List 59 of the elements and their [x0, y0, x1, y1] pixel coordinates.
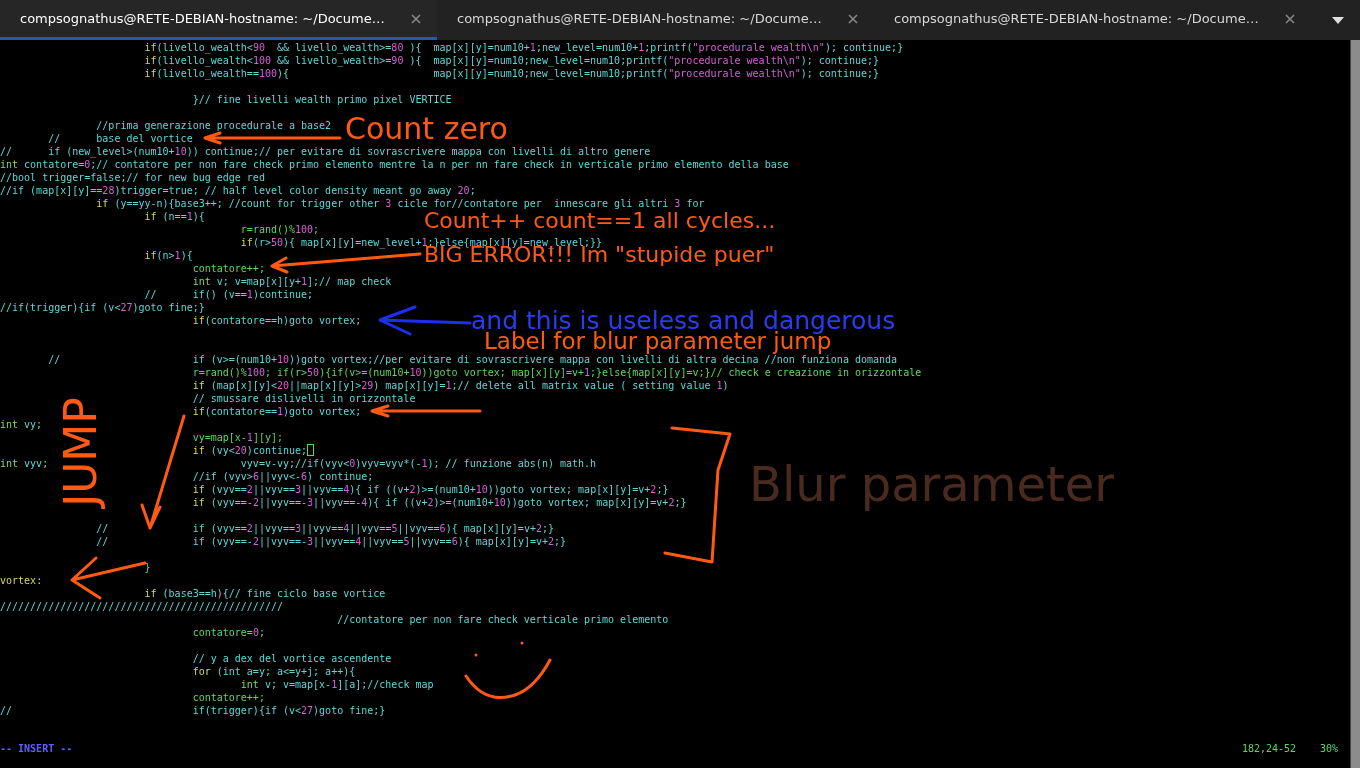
code-line: r=rand()%100; if(r>50){if(v>=(num10+10))goto vortex; map[x][y]=v+1;}else{map[x][y]=v;}// check e creazione in orizzontale: [191, 366, 922, 379]
code-line: int vy;: [0, 418, 43, 431]
code-line: if(contatore==1)goto vortex;: [191, 405, 362, 418]
handwritten-note: Count zero: [345, 114, 508, 144]
code-line: // if(trigger){if (v<27)goto fine;}: [0, 704, 386, 717]
code-line: // if (vyv==2||vyv==3||vyv==4||vyv==5||vyv==6){ map[x][y]=v+2;}: [95, 522, 554, 535]
close-icon[interactable]: [848, 13, 858, 24]
code-line: vortex:: [0, 574, 43, 587]
tab-title: compsognathus@RETE-DEBIAN-hostname: ~/Docume…: [20, 9, 385, 28]
code-line: // if (vyv==-2||vyv==-3||vyv==4||vyv==5||vyv==6){ map[x][y]=v+2;}: [95, 535, 567, 548]
code-line: if (vy<20)continue;: [191, 444, 308, 457]
close-icon[interactable]: [411, 13, 421, 24]
terminal-tab[interactable]: compsognathus@RETE-DEBIAN-hostname: ~/Docume…: [874, 0, 1311, 40]
code-line: // if (new_level>(num10+10)) continue;// per evitare di sovrascrivere mappa con livelli di altro genere: [0, 145, 651, 158]
code-line: //if (vyv>6||vyv<-6) continue;: [191, 470, 374, 483]
code-line: if(livello_wealth<90 && livello_wealth>=80 ){ map[x][y]=num10+1;new_level=num10+1;printf("procedurale wealth\n"); continue;}: [143, 41, 904, 54]
code-line: contatore++;: [191, 262, 265, 275]
code-line: if(n>1){: [143, 249, 193, 262]
code-line: if (vyv==2||vyv==3||vyv==4){ if ((v+2)>=(num10+10))goto vortex; map[x][y]=v+2;}: [191, 483, 669, 496]
code-line: // if() (v==1)continue;: [143, 288, 314, 301]
code-line: ///////////////////////////////////////////////: [0, 600, 283, 613]
close-icon[interactable]: [1285, 13, 1295, 24]
code-line: int v; v=map[x][y+1];// map check: [191, 275, 392, 288]
tab-title: compsognathus@RETE-DEBIAN-hostname: ~/Docume…: [894, 9, 1259, 28]
dropdown-icon[interactable]: [1332, 16, 1344, 24]
code-line: }// fine livelli wealth primo pixel VERTICE: [191, 93, 452, 106]
code-line: //prima generazione procedurale a base2: [95, 119, 332, 132]
code-line: if(livello_wealth==100){ map[x][y]=num10;new_level=num10;printf("procedurale wealth\n"); continue;}: [143, 67, 880, 80]
code-line: //contatore per non fare check verticale primo elemento: [336, 613, 669, 626]
tab-title: compsognathus@RETE-DEBIAN-hostname: ~/Docume…: [457, 9, 822, 28]
code-line: for (int a=y; a<=y+j; a++){: [191, 665, 356, 678]
code-line: //bool trigger=false;// for new bug edge red: [0, 171, 265, 184]
handwritten-note: Count++ count==1 all cycles...: [424, 210, 776, 232]
code-line: r=rand()%100;: [239, 223, 320, 236]
terminal-tab[interactable]: compsognathus@RETE-DEBIAN-hostname: ~/Docume…: [437, 0, 874, 40]
terminal-tab[interactable]: compsognathus@RETE-DEBIAN-hostname: ~/Docume…: [0, 0, 437, 40]
code-line: if(contatore==h)goto vortex;: [191, 314, 362, 327]
code-line: int contatore=0;// contatore per non fare check primo elemento mentre la n per nn fare check in verticale primo elemento della base: [0, 158, 789, 171]
code-line: if (vyv==-2||vyv==-3||vyv==-4){ if ((v+2)>=(num10+10))goto vortex; map[x][y]=v+2;}: [191, 496, 687, 509]
mode-indicator: -- INSERT --: [0, 742, 73, 755]
code-line: }: [143, 561, 151, 574]
code-line: // base del vortice: [47, 132, 193, 145]
code-line: if (y==yy-n){base3++; //count for trigger other 3 cicle for//contatore per innescare gli altri 3 for: [95, 197, 705, 210]
cursor-position: 182,24-52: [1241, 742, 1298, 755]
code-line: int v; v=map[x-1][a];//check map: [239, 678, 434, 691]
code-line: if (n==1){: [143, 210, 205, 223]
code-line: // if (v>=(num10+10))goto vortex;//per evitare di sovrascrivere mappa con livelli di altra decina //non funziona domanda: [47, 354, 898, 366]
code-line: vy=map[x-1][y];: [191, 431, 283, 444]
scroll-percent: 30%: [1319, 742, 1339, 755]
code-line: contatore++;: [191, 691, 265, 704]
code-line: contatore=0;: [191, 626, 265, 639]
code-line: if(livello_wealth<100 && livello_wealth>=90 ){ map[x][y]=num10;new_level=num10;printf("procedurale wealth\n"); continue;}: [143, 54, 880, 67]
code-line: if (map[x][y]<20||map[x][y]>29) map[x][y]=1;// delete all matrix value ( setting value 1): [191, 379, 729, 392]
scrollbar[interactable]: [1350, 40, 1360, 768]
code-line: // y a dex del vortice ascendente: [191, 652, 392, 665]
code-line: //if (map[x][y]==28)trigger=true; // half level color density meant go away 20;: [0, 184, 476, 197]
code-line: // smussare dislivelli in orizzontale: [191, 392, 416, 405]
code-line: if (base3==h){// fine ciclo base vortice: [143, 587, 386, 600]
code-line: //if(trigger){if (v<27)goto fine;}: [0, 301, 205, 314]
